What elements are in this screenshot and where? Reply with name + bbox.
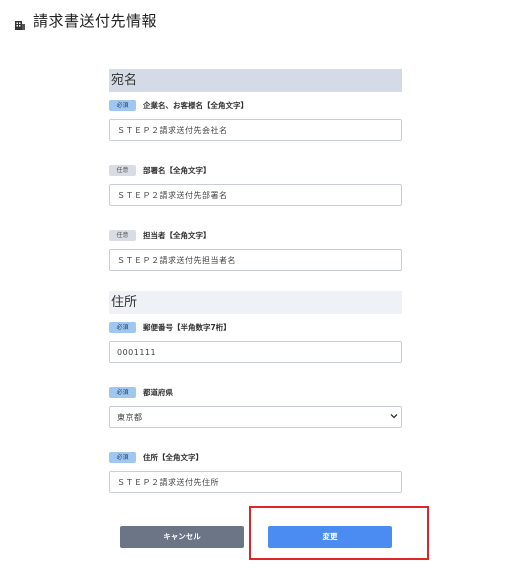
department-input[interactable]: ＳＴＥＰ２請求送付先部署名	[109, 184, 402, 206]
section-address: 住所	[109, 291, 402, 314]
cancel-button[interactable]: キャンセル	[120, 526, 244, 548]
field-prefecture: 必須 都道府県 東京都	[109, 385, 402, 428]
required-badge: 必須	[109, 451, 136, 463]
required-badge: 必須	[109, 99, 136, 111]
chevron-down-icon	[390, 412, 398, 422]
prefecture-value: 東京都	[117, 412, 143, 422]
field-company-name: 必須 企業名、お客様名【全角文字】 ＳＴＥＰ２請求送付先会社名	[109, 98, 402, 141]
billing-address-form: 宛名 必須 企業名、お客様名【全角文字】 ＳＴＥＰ２請求送付先会社名 任意 部署…	[109, 69, 402, 493]
contact-person-label: 担当者【全角文字】	[143, 230, 211, 240]
highlight-box	[249, 506, 429, 560]
section-recipient: 宛名	[109, 69, 402, 92]
page-title: 請求書送付先情報	[33, 12, 158, 30]
field-contact-person: 任意 担当者【全角文字】 ＳＴＥＰ２請求送付先担当者名	[109, 228, 402, 271]
page-header: 請求書送付先情報	[14, 10, 157, 31]
company-name-input[interactable]: ＳＴＥＰ２請求送付先会社名	[109, 119, 402, 141]
department-label: 部署名【全角文字】	[143, 165, 211, 175]
optional-badge: 任意	[109, 164, 136, 176]
building-icon	[14, 15, 25, 30]
contact-person-input[interactable]: ＳＴＥＰ２請求送付先担当者名	[109, 249, 402, 271]
postal-code-input[interactable]: 0001111	[109, 341, 402, 363]
address-input[interactable]: ＳＴＥＰ２請求送付先住所	[109, 471, 402, 493]
field-department: 任意 部署名【全角文字】 ＳＴＥＰ２請求送付先部署名	[109, 163, 402, 206]
optional-badge: 任意	[109, 229, 136, 241]
field-address: 必須 住所【全角文字】 ＳＴＥＰ２請求送付先住所	[109, 450, 402, 493]
field-postal-code: 必須 郵便番号【半角数字7桁】 0001111	[109, 320, 402, 363]
required-badge: 必須	[109, 386, 136, 398]
postal-code-label: 郵便番号【半角数字7桁】	[143, 322, 231, 332]
prefecture-label: 都道府県	[143, 387, 173, 397]
address-label: 住所【全角文字】	[143, 452, 203, 462]
required-badge: 必須	[109, 321, 136, 333]
company-name-label: 企業名、お客様名【全角文字】	[143, 100, 248, 110]
prefecture-select[interactable]: 東京都	[109, 406, 402, 428]
